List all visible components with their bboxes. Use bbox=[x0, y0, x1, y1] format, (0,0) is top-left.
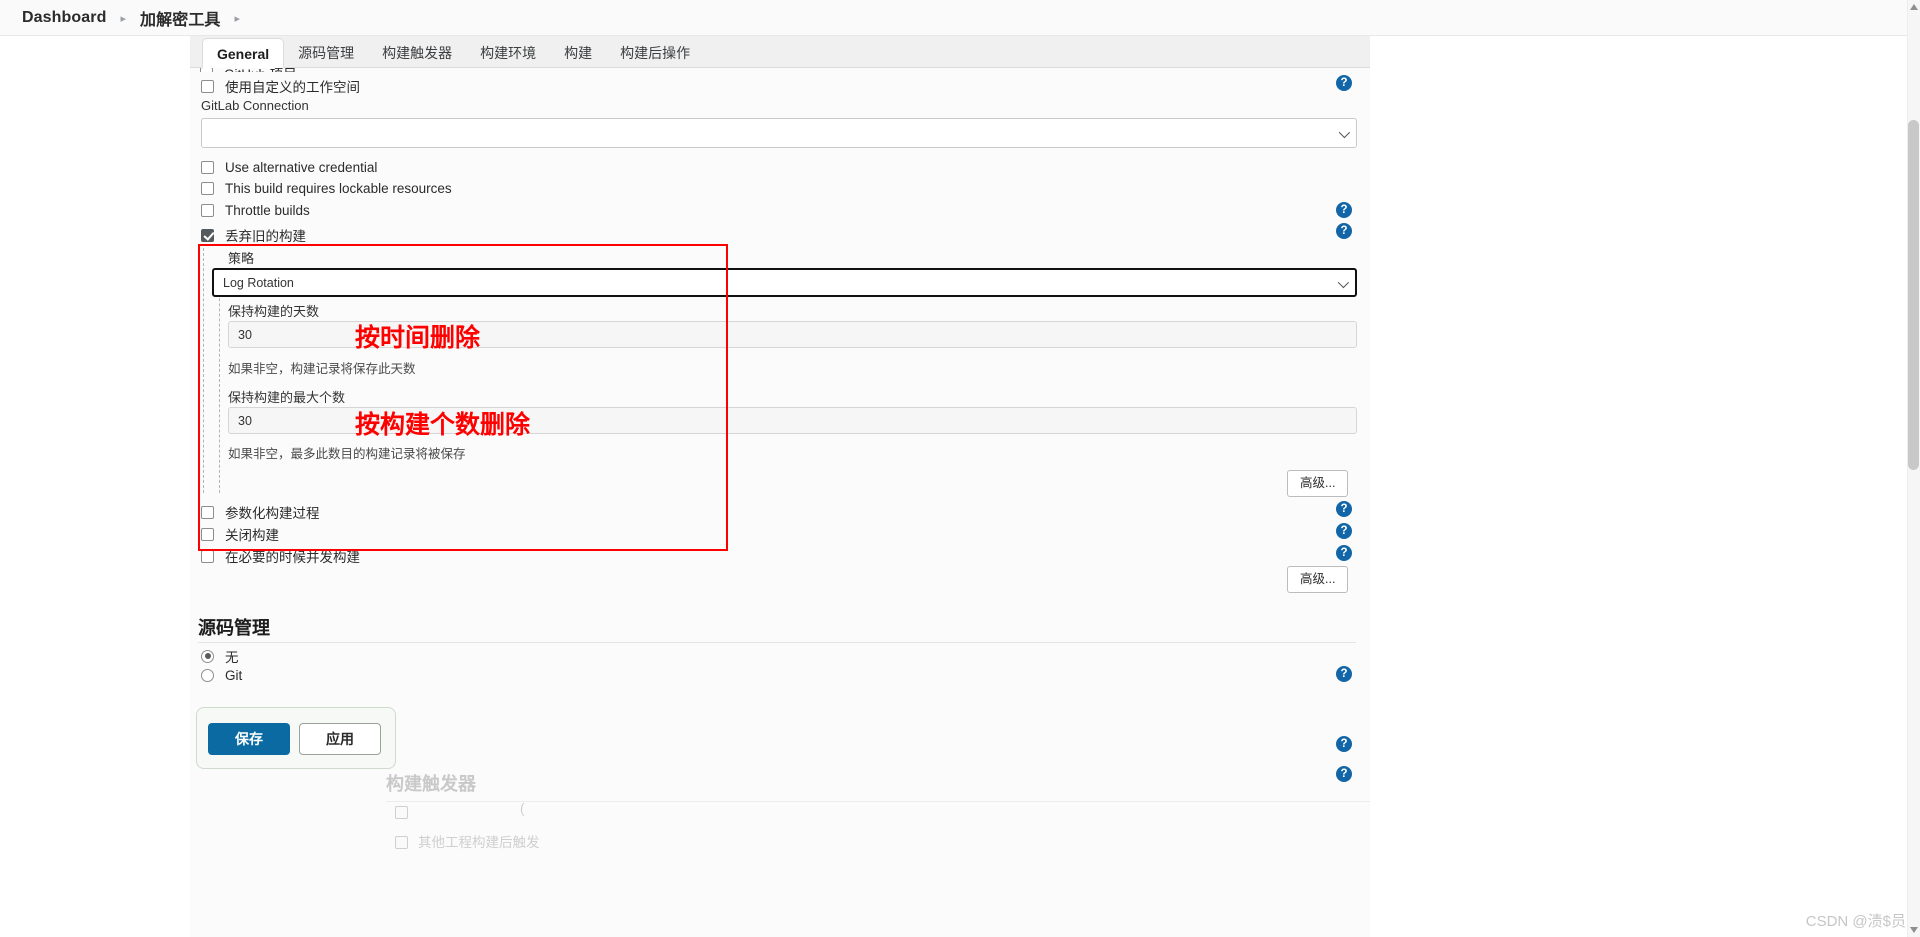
github-project-checkbox[interactable] bbox=[200, 68, 213, 72]
nested-block-guide-outer bbox=[203, 248, 204, 493]
trigger-option-1-checkbox[interactable] bbox=[395, 806, 408, 819]
watermark: CSDN @渍$员 bbox=[1805, 913, 1906, 930]
gitlab-connection-select[interactable] bbox=[201, 118, 1357, 148]
strategy-label: 策略 bbox=[228, 251, 255, 266]
scroll-down-arrow-icon[interactable] bbox=[1910, 927, 1918, 933]
concurrent-build-label: 在必要的时候并发构建 bbox=[225, 550, 360, 565]
discard-old-builds-checkbox[interactable] bbox=[201, 228, 214, 242]
github-project-label: GitHub 项目 bbox=[224, 68, 297, 72]
trigger-option-2-label: 其他工程构建后触发 bbox=[418, 835, 540, 850]
help-icon-discard-old-builds[interactable]: ? bbox=[1336, 223, 1352, 239]
chevron-down-icon-strategy bbox=[1337, 276, 1350, 288]
parameterized-build-label: 参数化构建过程 bbox=[225, 506, 320, 521]
scm-option-none-row[interactable]: 无 bbox=[201, 646, 239, 666]
help-icon-parameterized[interactable]: ? bbox=[1336, 501, 1352, 517]
trigger-option-2-checkbox[interactable] bbox=[395, 836, 408, 849]
scm-option-git-label: Git bbox=[225, 668, 243, 683]
use-alternative-credential-label: Use alternative credential bbox=[225, 160, 378, 175]
nested-block-guide-inner bbox=[219, 268, 220, 493]
breadcrumb-item-project[interactable]: 加解密工具 bbox=[140, 6, 221, 30]
parameterized-build-checkbox[interactable] bbox=[201, 505, 214, 519]
advanced-button-bottom[interactable]: 高级... bbox=[1287, 566, 1349, 593]
breadcrumb: Dashboard ▸ 加解密工具 ▸ bbox=[0, 0, 1920, 36]
help-icon-throttle-builds[interactable]: ? bbox=[1336, 202, 1352, 218]
apply-button[interactable]: 应用 bbox=[299, 723, 381, 755]
help-icon-trigger-2[interactable]: ? bbox=[1336, 766, 1352, 782]
disable-build-row[interactable]: 关闭构建 bbox=[201, 524, 279, 544]
general-form: GitHub 项目 使用自定义的工作空间 GitLab Connection U… bbox=[190, 68, 1370, 937]
num-to-keep-help: 如果非空，最多此数目的构建记录将被保存 bbox=[228, 447, 466, 461]
scm-section-heading: 源码管理 bbox=[198, 618, 270, 638]
scm-option-none-label: 无 bbox=[225, 650, 239, 665]
discard-old-builds-label: 丢弃旧的构建 bbox=[225, 229, 306, 244]
github-project-row-clipped: GitHub 项目 bbox=[200, 68, 800, 72]
help-icon-custom-workspace[interactable]: ? bbox=[1336, 75, 1352, 91]
page-root: Dashboard ▸ 加解密工具 ▸ General 源码管理 构建触发器 构… bbox=[0, 0, 1920, 937]
lockable-resources-checkbox[interactable] bbox=[201, 182, 214, 195]
scrollbar-thumb[interactable] bbox=[1908, 120, 1919, 470]
use-alternative-credential-checkbox[interactable] bbox=[201, 161, 214, 174]
concurrent-build-row[interactable]: 在必要的时候并发构建 bbox=[201, 546, 360, 566]
disable-build-label: 关闭构建 bbox=[225, 528, 279, 543]
throttle-builds-row[interactable]: Throttle builds bbox=[201, 203, 310, 218]
throttle-builds-checkbox[interactable] bbox=[201, 204, 214, 217]
throttle-builds-label: Throttle builds bbox=[225, 203, 310, 218]
tab-scm[interactable]: 源码管理 bbox=[284, 38, 368, 68]
custom-workspace-row[interactable]: 使用自定义的工作空间 bbox=[201, 76, 360, 96]
concurrent-build-checkbox[interactable] bbox=[201, 549, 214, 563]
breadcrumb-separator-icon: ▸ bbox=[120, 13, 127, 25]
annotation-delete-by-time: 按时间删除 bbox=[355, 323, 481, 352]
page-scrollbar[interactable] bbox=[1907, 0, 1920, 937]
help-icon-disable-build[interactable]: ? bbox=[1336, 523, 1352, 539]
days-to-keep-label: 保持构建的天数 bbox=[228, 304, 320, 319]
use-alternative-credential-row[interactable]: Use alternative credential bbox=[201, 160, 377, 175]
triggers-section-heading: 构建触发器 bbox=[386, 774, 476, 794]
help-icon-concurrent-build[interactable]: ? bbox=[1336, 545, 1352, 561]
triggers-section-divider bbox=[386, 801, 1370, 802]
tab-build[interactable]: 构建 bbox=[550, 38, 606, 68]
discard-old-builds-row[interactable]: 丢弃旧的构建 bbox=[201, 225, 306, 245]
tab-general[interactable]: General bbox=[202, 38, 285, 68]
parameterized-build-row[interactable]: 参数化构建过程 bbox=[201, 502, 320, 522]
disable-build-checkbox[interactable] bbox=[201, 527, 214, 541]
days-to-keep-help: 如果非空，构建记录将保存此天数 bbox=[228, 362, 416, 376]
lockable-resources-label: This build requires lockable resources bbox=[225, 181, 452, 196]
strategy-select[interactable]: Log Rotation bbox=[212, 268, 1357, 297]
help-icon-trigger-1[interactable]: ? bbox=[1336, 736, 1352, 752]
strategy-selected-value: Log Rotation bbox=[223, 275, 294, 290]
advanced-button-top[interactable]: 高级... bbox=[1287, 470, 1349, 497]
num-to-keep-label: 保持构建的最大个数 bbox=[228, 390, 346, 405]
scm-option-none-radio[interactable] bbox=[201, 649, 214, 663]
breadcrumb-item-dashboard[interactable]: Dashboard bbox=[22, 9, 106, 27]
annotation-delete-by-count: 按构建个数删除 bbox=[355, 410, 531, 439]
scroll-up-arrow-icon[interactable] bbox=[1910, 4, 1918, 10]
gitlab-connection-label: GitLab Connection bbox=[201, 98, 309, 113]
scm-option-git-radio[interactable] bbox=[201, 669, 214, 682]
custom-workspace-checkbox[interactable] bbox=[201, 79, 214, 93]
tab-build-environment[interactable]: 构建环境 bbox=[466, 38, 550, 68]
trigger-option-1-label: ( bbox=[520, 801, 525, 816]
breadcrumb-separator-icon-2: ▸ bbox=[234, 13, 241, 25]
tab-build-triggers[interactable]: 构建触发器 bbox=[368, 38, 466, 68]
scm-option-git-row[interactable]: Git bbox=[201, 668, 242, 683]
config-tab-bar: General 源码管理 构建触发器 构建环境 构建 构建后操作 bbox=[190, 36, 1370, 68]
help-icon-scm-git[interactable]: ? bbox=[1336, 666, 1352, 682]
scm-section-divider bbox=[198, 642, 1356, 643]
lockable-resources-row[interactable]: This build requires lockable resources bbox=[201, 181, 452, 196]
chevron-down-icon bbox=[1338, 126, 1351, 139]
save-button[interactable]: 保存 bbox=[208, 723, 290, 755]
tab-post-build[interactable]: 构建后操作 bbox=[606, 38, 704, 68]
custom-workspace-label: 使用自定义的工作空间 bbox=[225, 80, 360, 95]
